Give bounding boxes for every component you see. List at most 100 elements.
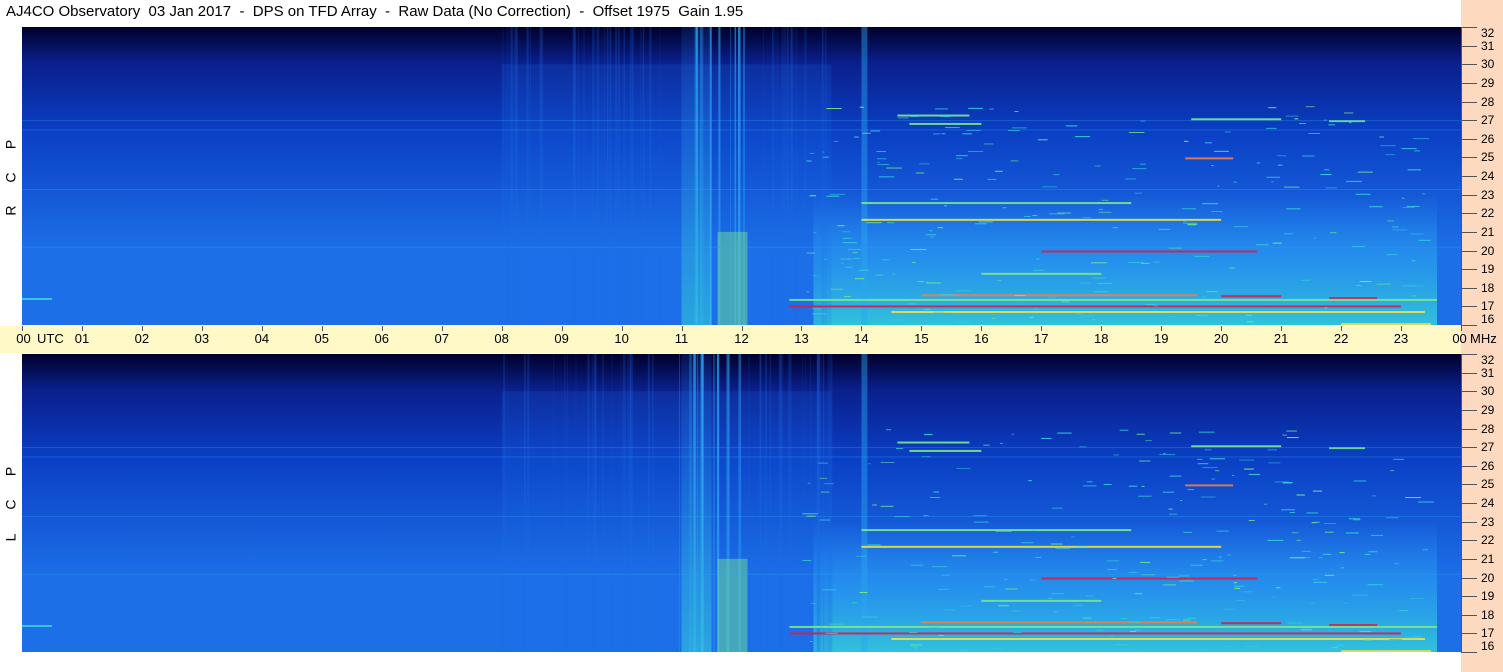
noise-speckle xyxy=(1158,228,1171,230)
noise-speckle xyxy=(1339,552,1345,554)
noise-speckle xyxy=(1335,645,1344,647)
noise-speckle xyxy=(953,178,963,180)
burst-streak xyxy=(523,354,526,652)
noise-speckle xyxy=(989,647,1006,649)
noise-speckle xyxy=(1092,319,1095,321)
burst-streak xyxy=(804,27,807,325)
utc-tick-label: 14 xyxy=(854,331,869,346)
noise-speckle xyxy=(1013,632,1022,634)
noise-speckle xyxy=(1284,233,1293,235)
frequency-tick-label: 17 xyxy=(1481,299,1495,314)
utc-tick-label: 03 xyxy=(194,331,210,346)
noise-speckle xyxy=(1026,546,1042,548)
noise-speckle xyxy=(840,258,852,260)
noise-speckle xyxy=(1140,561,1151,563)
frequency-tick xyxy=(1461,409,1477,411)
noise-speckle xyxy=(1324,574,1334,576)
noise-speckle xyxy=(1113,454,1119,456)
noise-speckle xyxy=(1385,154,1396,156)
burst-streak xyxy=(513,27,516,325)
utc-tick-label: 09 xyxy=(554,331,569,346)
frequency-tick xyxy=(1461,325,1477,326)
noise-speckle xyxy=(1187,223,1198,225)
noise-speckle xyxy=(930,236,934,238)
frequency-tick xyxy=(1461,503,1477,504)
noise-speckle xyxy=(880,461,895,463)
noise-speckle xyxy=(1418,501,1435,503)
noise-speckle xyxy=(1005,588,1018,590)
rcp-frequency-axis: 16 17 18 19 20 21 22 23 24 25 26 27 28 29 30 31 32 xyxy=(1461,27,1503,326)
noise-speckle xyxy=(1002,207,1007,209)
burst-streak xyxy=(771,27,773,325)
noise-speckle xyxy=(939,294,955,296)
noise-speckle xyxy=(823,299,832,301)
frequency-tick xyxy=(1461,521,1477,523)
noise-speckle xyxy=(1271,181,1274,183)
burst-streak xyxy=(642,27,645,325)
noise-speckle xyxy=(1410,598,1425,600)
scan-line xyxy=(22,129,1461,131)
interference-line xyxy=(1185,484,1234,487)
burst-core-low xyxy=(717,558,748,652)
burst-streak xyxy=(527,354,530,652)
burst-streak xyxy=(623,27,626,325)
frequency-tick-label: 32 xyxy=(1481,353,1495,367)
interference-line xyxy=(1341,323,1432,325)
noise-speckle xyxy=(1294,118,1299,120)
noise-speckle xyxy=(1179,580,1194,582)
noise-speckle xyxy=(993,551,998,553)
noise-speckle xyxy=(882,259,890,261)
noise-speckle xyxy=(1073,604,1083,606)
interference-line xyxy=(789,632,1402,635)
noise-speckle xyxy=(859,591,868,593)
noise-speckle xyxy=(1328,124,1335,126)
noise-speckle xyxy=(818,462,828,464)
lcp-frequency-axis: 16 17 18 19 20 21 22 23 24 25 26 27 28 29 30 31 32 xyxy=(1461,353,1503,653)
burst-streak xyxy=(649,27,652,325)
noise-speckle xyxy=(1024,215,1031,217)
noise-speckle xyxy=(1405,497,1422,499)
noise-speckle xyxy=(820,491,830,493)
noise-speckle xyxy=(1011,433,1014,435)
interference-line xyxy=(1329,297,1378,300)
noise-speckle xyxy=(1042,186,1058,188)
noise-speckle xyxy=(822,156,829,158)
noise-speckle xyxy=(1124,178,1136,180)
frequency-tick-label: 19 xyxy=(1481,589,1495,604)
burst-streak xyxy=(609,27,612,325)
noise-speckle xyxy=(837,225,845,227)
noise-speckle xyxy=(1183,140,1189,142)
noise-speckle xyxy=(1313,237,1317,239)
noise-speckle xyxy=(1268,107,1277,109)
burst-streak xyxy=(617,27,620,325)
noise-speckle xyxy=(1301,279,1311,281)
lcp-label: P C L xyxy=(3,455,19,554)
noise-speckle xyxy=(842,231,850,233)
noise-speckle xyxy=(991,317,996,319)
noise-speckle xyxy=(1340,567,1345,569)
noise-speckle xyxy=(1324,169,1330,171)
noise-speckle xyxy=(1079,315,1095,317)
burst-streak xyxy=(526,27,529,325)
utc-tick-label: 10 xyxy=(614,331,629,346)
noise-speckle xyxy=(1268,462,1281,464)
noise-speckle xyxy=(852,602,858,604)
frequency-tick xyxy=(1461,428,1477,430)
noise-speckle xyxy=(892,319,905,321)
noise-speckle xyxy=(1348,518,1360,520)
noise-speckle xyxy=(1242,591,1253,593)
noise-speckle xyxy=(938,634,944,636)
burst-streak xyxy=(507,27,509,325)
noise-speckle xyxy=(1233,181,1237,183)
noise-speckle xyxy=(830,193,846,195)
noise-speckle xyxy=(1324,523,1337,525)
noise-speckle xyxy=(1141,485,1145,487)
noise-speckle xyxy=(806,252,816,254)
noise-speckle xyxy=(833,140,839,142)
noise-speckle xyxy=(1183,619,1190,621)
noise-speckle xyxy=(1320,174,1332,176)
noise-speckle xyxy=(1234,587,1241,589)
noise-speckle xyxy=(1178,575,1190,577)
noise-speckle xyxy=(1353,519,1361,521)
noise-speckle xyxy=(1211,165,1214,167)
